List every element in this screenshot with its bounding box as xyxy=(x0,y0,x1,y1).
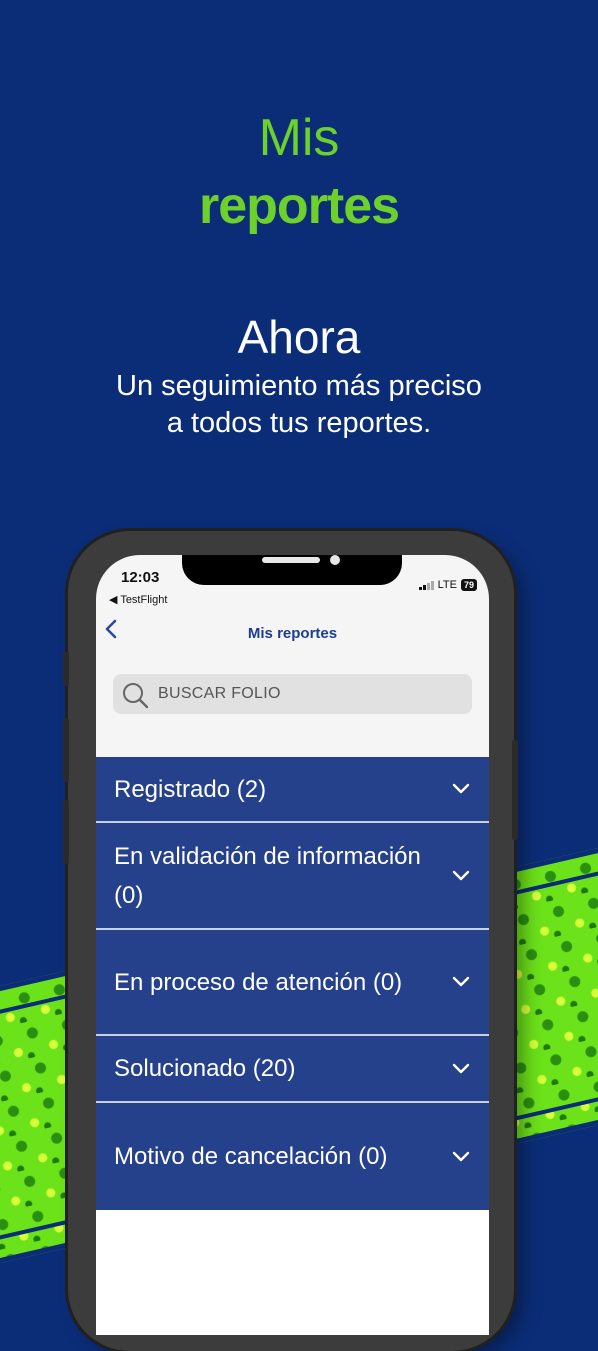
search-placeholder: BUSCAR FOLIO xyxy=(158,685,281,702)
front-camera xyxy=(330,555,340,565)
status-item-registrado[interactable]: Registrado (2) xyxy=(96,757,489,823)
subheadline: Un seguimiento más preciso a todos tus r… xyxy=(0,368,598,442)
status-list: Registrado (2) En validación de informac… xyxy=(96,757,489,1210)
status-item-label: Solucionado (20) xyxy=(114,1055,296,1082)
chevron-down-icon xyxy=(452,1151,470,1161)
hero-title-light: Mis xyxy=(258,109,340,167)
headline: Ahora xyxy=(237,311,361,363)
search-input[interactable]: BUSCAR FOLIO xyxy=(113,674,472,714)
status-time: 12:03 xyxy=(121,569,160,586)
phone-volume-down-button xyxy=(63,800,69,864)
status-indicators: LTE 79 xyxy=(418,579,477,591)
battery-icon: 79 xyxy=(460,579,477,591)
hero-title-bold: reportes xyxy=(198,177,400,235)
screen-title: Mis reportes xyxy=(247,625,338,642)
status-item-en-proceso[interactable]: En proceso de atención (0) xyxy=(96,930,489,1036)
status-item-label: En proceso de atención (0) xyxy=(114,968,403,996)
status-item-label: En validación de información (0) xyxy=(114,842,421,909)
speaker-grille xyxy=(262,557,320,563)
status-item-en-validacion[interactable]: En validación de información (0) xyxy=(96,823,489,930)
phone-mute-button xyxy=(63,652,69,686)
back-to-app-link[interactable]: ◀ TestFlight xyxy=(109,593,167,606)
status-item-cancelacion[interactable]: Motivo de cancelación (0) xyxy=(96,1103,489,1210)
network-type: LTE xyxy=(437,579,457,591)
empty-content-area xyxy=(96,1210,489,1335)
chevron-down-icon xyxy=(452,1063,470,1073)
search-icon xyxy=(123,683,149,709)
status-item-solucionado[interactable]: Solucionado (20) xyxy=(96,1036,489,1103)
status-item-label: Registrado (2) xyxy=(114,775,267,803)
chevron-down-icon xyxy=(452,976,470,987)
status-item-label: Motivo de cancelación (0) xyxy=(114,1143,388,1170)
chevron-down-icon xyxy=(452,783,470,794)
notch xyxy=(182,555,402,585)
subheadline-line-1: Un seguimiento más preciso xyxy=(116,370,482,402)
phone-volume-up-button xyxy=(63,718,69,782)
phone-screen: 12:03 ◀ TestFlight LTE 79 Mis reportes B… xyxy=(96,555,489,1335)
subheadline-line-2: a todos tus reportes. xyxy=(166,407,432,439)
signal-icon xyxy=(418,580,434,590)
chevron-down-icon xyxy=(452,870,470,880)
phone-power-button xyxy=(512,740,518,840)
